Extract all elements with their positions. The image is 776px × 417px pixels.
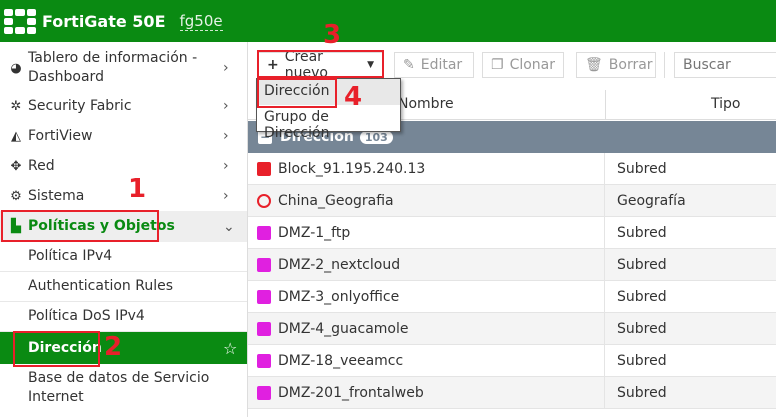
table-row[interactable]: DMZ-4_guacamole Subred — [248, 313, 776, 345]
chevron-right-icon: › — [223, 128, 229, 144]
cell-type: Subred — [617, 352, 667, 369]
address-icon — [257, 385, 271, 400]
trash-icon: 🗑 — [585, 57, 603, 73]
device-title: FortiGate 50E — [42, 11, 166, 31]
table-row[interactable]: DMZ-1_ftp Subred — [248, 217, 776, 249]
star-icon[interactable]: ☆ — [223, 339, 247, 358]
sidebar-item-security-fabric[interactable]: ✲ Security Fabric › — [0, 92, 247, 120]
chevron-down-icon: ⌄ — [223, 218, 235, 235]
annotation-number-2: 2 — [104, 332, 123, 362]
chevron-right-icon: › — [223, 158, 229, 174]
globe-icon — [257, 193, 271, 208]
annotation-box-2 — [13, 331, 100, 367]
annotation-box-1 — [1, 210, 159, 242]
chevron-right-icon: › — [223, 188, 229, 204]
annotation-number-3: 3 — [323, 20, 342, 50]
sidebar-subitem-servicio-internet[interactable]: Base de datos de Servicio Internet — [0, 366, 247, 410]
toolbar-divider — [664, 52, 665, 78]
edit-button[interactable]: ✎ Editar — [394, 52, 474, 78]
hostname-link[interactable]: fg50e — [179, 12, 223, 31]
sidebar-subitem-politica-dos[interactable]: Política DoS IPv4 — [0, 302, 247, 332]
cell-name: DMZ-4_guacamole — [248, 313, 605, 344]
clone-icon: ❐ — [491, 57, 504, 73]
gear-icon: ⚙ — [10, 188, 22, 204]
cell-name: DMZ-18_veeamcc — [248, 345, 605, 376]
annotation-number-1: 1 — [128, 174, 147, 204]
table-row[interactable]: DMZ-201_frontalweb Subred — [248, 377, 776, 409]
network-icon: ✥ — [10, 158, 22, 174]
pencil-icon: ✎ — [403, 57, 415, 73]
menu-item-grupo-direccion[interactable]: Grupo de Dirección — [257, 105, 400, 141]
sidebar-item-fortiview[interactable]: ◭ FortiView › — [0, 122, 247, 150]
annotation-box-3 — [257, 50, 384, 78]
cell-type: Subred — [617, 320, 667, 337]
chart-icon: ◭ — [11, 128, 21, 144]
cell-type: Subred — [617, 224, 667, 241]
dashboard-icon: ◕ — [10, 60, 22, 76]
cell-name: DMZ-3_onlyoffice — [248, 281, 605, 312]
cell-name: DMZ-1_ftp — [248, 217, 605, 248]
security-fabric-icon: ✲ — [10, 98, 22, 114]
cell-type: Geografía — [617, 192, 686, 209]
address-icon — [257, 321, 271, 336]
address-icon — [257, 289, 271, 304]
cell-type: Subred — [617, 160, 667, 177]
cell-type: Subred — [617, 384, 667, 401]
chevron-right-icon: › — [223, 60, 229, 76]
top-header: FortiGate 50E fg50e — [0, 0, 776, 42]
address-icon — [257, 225, 271, 240]
cell-name: Block_91.195.240.13 — [248, 153, 605, 184]
table-row[interactable]: DMZ-18_veeamcc Subred — [248, 345, 776, 377]
table-row[interactable]: DMZ-2_nextcloud Subred — [248, 249, 776, 281]
delete-button[interactable]: 🗑 Borrar — [576, 52, 656, 78]
sidebar-item-dashboard[interactable]: ◕ Tablero de información - Dashboard › — [0, 48, 247, 88]
sidebar-item-sistema[interactable]: ⚙ Sistema › — [0, 182, 247, 210]
annotation-box-4 — [257, 78, 337, 108]
chevron-right-icon: › — [223, 98, 229, 114]
table-row[interactable]: China_Geografia Geografía — [248, 185, 776, 217]
search-input[interactable] — [674, 52, 776, 78]
cell-name: China_Geografia — [248, 185, 605, 216]
column-header-tipo[interactable]: Tipo — [711, 96, 740, 112]
cell-name: DMZ-2_nextcloud — [248, 249, 605, 280]
clone-button[interactable]: ❐ Clonar — [482, 52, 564, 78]
column-header-nombre[interactable]: Nombre — [398, 96, 454, 112]
column-divider — [605, 90, 606, 120]
fortinet-logo-icon — [4, 9, 36, 34]
table-row[interactable]: Block_91.195.240.13 Subred — [248, 153, 776, 185]
cell-type: Subred — [617, 288, 667, 305]
sidebar-subitem-politica-ipv4[interactable]: Política IPv4 — [0, 242, 247, 272]
address-icon — [257, 257, 271, 272]
table-row[interactable]: DMZ-3_onlyoffice Subred — [248, 281, 776, 313]
sidebar-subitem-authentication-rules[interactable]: Authentication Rules — [0, 272, 247, 302]
address-icon — [257, 353, 271, 368]
cell-type: Subred — [617, 256, 667, 273]
address-icon — [257, 161, 271, 176]
annotation-number-4: 4 — [344, 82, 363, 112]
count-badge: 103 — [359, 130, 393, 144]
cell-name: DMZ-201_frontalweb — [248, 377, 605, 408]
sidebar-item-red[interactable]: ✥ Red › — [0, 152, 247, 180]
